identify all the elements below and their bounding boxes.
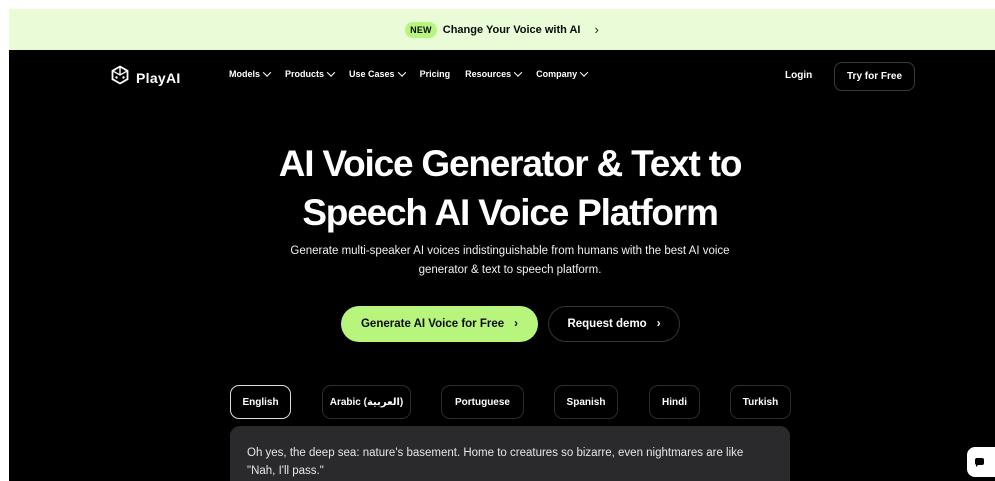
lang-tab-portuguese[interactable]: Portuguese — [441, 385, 524, 419]
announcement-text[interactable]: Change Your Voice with AI — [443, 24, 581, 36]
chevron-right-icon: › — [594, 22, 599, 37]
nav-item-label: Company — [536, 69, 578, 79]
lang-tab-label: Arabic (العربية) — [329, 396, 404, 408]
chevron-down-icon — [262, 68, 272, 77]
sample-text-box[interactable]: Oh yes, the deep sea: nature's basement.… — [230, 426, 790, 481]
hero-title-line-1: AI Voice Generator & Text to — [278, 143, 743, 184]
chevron-down-icon — [326, 68, 336, 77]
logo-text: PlayAI — [136, 69, 181, 86]
nav-item-pricing[interactable]: Pricing — [420, 69, 451, 79]
nav-item-resources[interactable]: Resources — [465, 68, 523, 79]
request-demo-label: Request demo — [567, 318, 647, 330]
generate-voice-label: Generate AI Voice for Free — [360, 318, 505, 330]
lang-tab-label: Spanish — [566, 396, 606, 408]
lang-tab-english[interactable]: English — [230, 385, 291, 419]
nav-item-label: Products — [285, 69, 325, 79]
chevron-right-icon: › — [656, 318, 661, 330]
lang-tab-label: English — [242, 396, 279, 408]
chevron-down-icon — [579, 68, 589, 77]
nav-item-label: Resources — [465, 69, 512, 79]
lang-tab-label: Turkish — [742, 396, 779, 408]
login-link[interactable]: Login — [785, 70, 812, 81]
lang-tab-spanish[interactable]: Spanish — [554, 385, 618, 419]
page: NEW Change Your Voice with AI › PlayAI M… — [9, 9, 995, 481]
nav-item-label: Pricing — [419, 69, 451, 79]
main-menu: Models Products Use Cases Pricing Resour… — [229, 68, 602, 79]
hero-title-line-2: Speech AI Voice Platform — [302, 192, 719, 233]
generate-voice-button[interactable]: Generate AI Voice for Free › — [341, 306, 538, 342]
lang-tab-turkish[interactable]: Turkish — [730, 385, 791, 419]
new-badge: NEW — [405, 21, 437, 38]
nav-item-models[interactable]: Models — [229, 68, 272, 79]
hero-title: AI Voice Generator & Text to Speech AI V… — [9, 139, 995, 237]
chevron-right-icon: › — [514, 318, 518, 330]
nav-item-use-cases[interactable]: Use Cases — [349, 68, 406, 79]
request-demo-button[interactable]: Request demo › — [548, 306, 680, 342]
nav-item-label: Models — [229, 69, 261, 79]
top-nav: PlayAI Models Products Use Cases Pricing… — [9, 50, 995, 102]
lang-tab-label: Portuguese — [454, 396, 510, 408]
sample-text: Oh yes, the deep sea: nature's basement.… — [247, 447, 744, 477]
lang-tab-label: Hindi — [662, 396, 687, 408]
chat-bubble-tail — [976, 464, 979, 467]
nav-item-label: Use Cases — [349, 69, 395, 79]
chevron-down-icon — [397, 68, 406, 77]
playai-logo-icon — [110, 65, 130, 90]
chevron-down-icon — [513, 68, 523, 77]
nav-item-products[interactable]: Products — [285, 68, 336, 79]
chat-widget-button[interactable] — [967, 447, 995, 477]
try-for-free-button[interactable]: Try for Free — [834, 62, 916, 91]
lang-tab-hindi[interactable]: Hindi — [649, 385, 700, 419]
nav-item-company[interactable]: Company — [536, 68, 589, 79]
announcement-bar[interactable]: NEW Change Your Voice with AI › — [9, 9, 995, 50]
logo[interactable]: PlayAI — [110, 65, 181, 90]
hero-subtitle: Generate multi-speaker AI voices indisti… — [290, 245, 730, 276]
lang-tab-arabic[interactable]: Arabic (العربية) — [322, 385, 411, 419]
